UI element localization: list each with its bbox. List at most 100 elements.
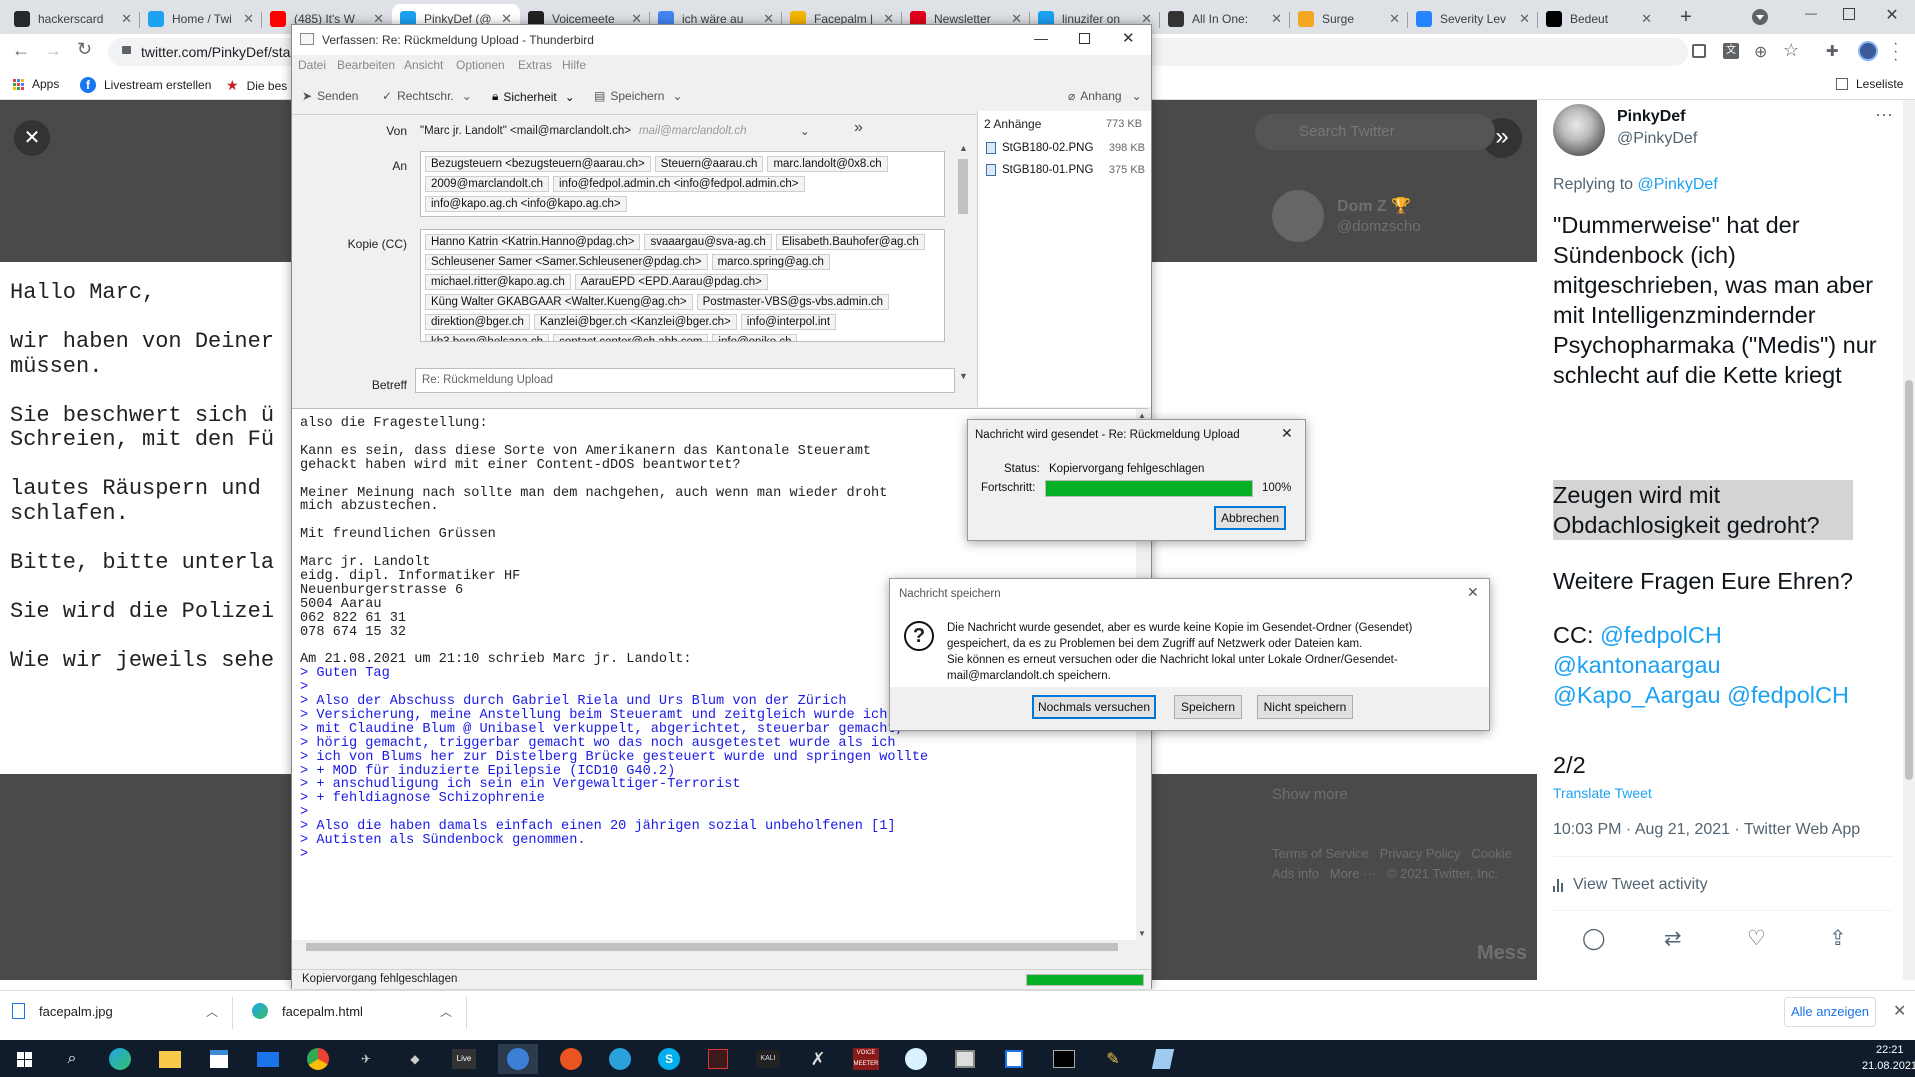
reload-icon[interactable]: ↻	[77, 39, 92, 60]
sending-dialog-close-button[interactable]: ✕	[1281, 425, 1293, 442]
menu-item-5[interactable]: Hilfe	[562, 58, 586, 72]
tab-12[interactable]: Bedeut ✕	[1538, 4, 1660, 34]
taskbar-xmind-icon[interactable]: ✗	[800, 1044, 836, 1074]
retweet-icon[interactable]: ⇄	[1664, 926, 1682, 951]
install-app-icon[interactable]	[1692, 44, 1706, 58]
taskbar-app2-icon[interactable]	[898, 1044, 934, 1074]
reading-list-button[interactable]: Leseliste	[1836, 77, 1903, 91]
address-pill[interactable]: kb3.bern@helsana.ch	[425, 334, 550, 341]
tab-10[interactable]: Surge ✕	[1290, 4, 1408, 34]
to-field[interactable]: Bezugsteuern <bezugsteuern@aarau.ch> Steu…	[420, 151, 945, 217]
download-item-menu-icon[interactable]: ︿	[206, 1003, 218, 1020]
search-icon[interactable]: ⌕	[54, 1044, 90, 1074]
clock-date[interactable]: 21.08.2021	[1862, 1060, 1915, 1072]
more-options-icon[interactable]: ···	[1875, 104, 1893, 125]
bookmark-livestream[interactable]: f Livestream erstellen	[80, 77, 211, 93]
page-scrollbar[interactable]	[1903, 100, 1915, 980]
taskbar-app-icon[interactable]: ✈	[348, 1044, 384, 1074]
taskbar-edge-icon[interactable]	[102, 1044, 138, 1074]
taskbar-voicemeeter-icon[interactable]: VOICE MEETER	[848, 1044, 884, 1074]
address-pill[interactable]: Schleusener Samer <Samer.Schleusener@pda…	[425, 254, 708, 270]
translate-icon[interactable]: 文	[1723, 43, 1739, 59]
taskbar-app3-icon[interactable]	[947, 1044, 983, 1074]
show-all-downloads-button[interactable]: Alle anzeigen	[1784, 997, 1876, 1027]
close-tab-icon[interactable]: ✕	[1389, 11, 1400, 27]
tb-close-button[interactable]: ✕	[1122, 29, 1135, 47]
view-activity-link[interactable]: View Tweet activity	[1553, 876, 1708, 894]
menu-item-1[interactable]: Bearbeiten	[337, 58, 395, 72]
minimize-window-button[interactable]: —	[1798, 6, 1824, 26]
taskbar-store-icon[interactable]	[201, 1044, 237, 1074]
address-pill[interactable]: contact.center@ch.abb.com	[553, 334, 709, 341]
address-pill[interactable]: info@kapo.ag.ch <info@kapo.ag.ch>	[425, 196, 627, 212]
clock-time[interactable]: 22:21	[1876, 1044, 1904, 1056]
back-icon[interactable]: ←	[12, 40, 30, 61]
extensions-icon[interactable]: ✚	[1826, 42, 1839, 60]
menu-item-3[interactable]: Optionen	[456, 58, 505, 72]
cancel-sending-button[interactable]: Abbrechen	[1214, 506, 1286, 530]
save-dialog-close-button[interactable]: ✕	[1467, 584, 1479, 601]
address-pill[interactable]: info@fedpol.admin.ch <info@fedpol.admin.…	[553, 176, 805, 192]
bookmark-star-icon[interactable]: ☆	[1783, 40, 1799, 61]
download-item-menu-icon[interactable]: ︿	[440, 1003, 452, 1020]
new-tab-button[interactable]: +	[1673, 6, 1699, 30]
menu-item-2[interactable]: Ansicht	[404, 58, 443, 72]
retry-button[interactable]: Nochmals versuchen	[1032, 695, 1156, 719]
download-item-facepalm-jpg[interactable]: facepalm.jpg	[12, 1003, 113, 1019]
address-pill[interactable]: michael.ritter@kapo.ag.ch	[425, 274, 571, 290]
restore-window-button[interactable]	[1843, 8, 1855, 20]
attach-button[interactable]: ⌀ Anhang ⌄	[1068, 89, 1142, 103]
address-pill[interactable]: direktion@bger.ch	[425, 314, 530, 330]
taskbar-notepad-icon[interactable]: ✎	[1095, 1044, 1131, 1074]
save-button[interactable]: Speichern	[1174, 695, 1242, 719]
address-pill[interactable]: Postmaster-VBS@gs-vbs.admin.ch	[696, 294, 890, 310]
taskbar-app5-icon[interactable]	[1145, 1044, 1181, 1074]
header-scrollbar[interactable]: ▲ ▼	[956, 143, 970, 381]
taskbar-cmd-icon[interactable]	[1046, 1044, 1082, 1074]
spellcheck-button[interactable]: ✓ Rechtschr. ⌄	[382, 89, 472, 103]
address-pill[interactable]: Hanno Katrin <Katrin.Hanno@pdag.ch>	[425, 234, 641, 250]
taskbar-inkscape-icon[interactable]: ◆	[397, 1044, 433, 1074]
taskbar-thunderbird-icon[interactable]	[498, 1044, 538, 1074]
replying-to-link[interactable]: @PinkyDef	[1638, 176, 1718, 193]
expand-headers-icon[interactable]: »	[854, 119, 863, 137]
tb-maximize-button[interactable]	[1079, 33, 1090, 44]
from-select[interactable]: "Marc jr. Landolt" <mail@marclandolt.ch>…	[420, 120, 820, 142]
like-icon[interactable]: ♡	[1747, 926, 1766, 951]
zoom-icon[interactable]: ⊕	[1754, 42, 1767, 62]
tab-1[interactable]: Home / Twi ✕	[140, 4, 262, 34]
close-tab-icon[interactable]: ✕	[243, 11, 254, 27]
taskbar-explorer-icon[interactable]	[152, 1044, 188, 1074]
start-button[interactable]	[6, 1044, 42, 1074]
taskbar-skype-icon[interactable]: S	[651, 1044, 687, 1074]
address-pill[interactable]: Elisabeth.Bauhofer@ag.ch	[775, 234, 925, 250]
address-pill[interactable]: marc.landolt@0x8.ch	[767, 156, 888, 172]
dont-save-button[interactable]: Nicht speichern	[1257, 695, 1353, 719]
address-pill[interactable]: info@interpol.int	[740, 314, 837, 330]
address-pill[interactable]: AarauEPD <EPD.Aarau@pdag.ch>	[574, 274, 768, 290]
address-pill[interactable]: Kanzlei@bger.ch <Kanzlei@bger.ch>	[533, 314, 737, 330]
share-icon[interactable]: ⇪	[1829, 926, 1847, 951]
send-button[interactable]: ➤ Senden	[302, 89, 358, 103]
browser-menu-icon[interactable]: · · ·	[1893, 36, 1898, 68]
author-name[interactable]: PinkyDef	[1617, 108, 1685, 126]
subject-input[interactable]: Re: Rückmeldung Upload	[415, 368, 955, 393]
taskbar-ubuntu-icon[interactable]	[553, 1044, 589, 1074]
taskbar-mail-icon[interactable]	[250, 1044, 286, 1074]
menu-item-0[interactable]: Datei	[298, 58, 326, 72]
taskbar-chrome-icon[interactable]	[300, 1044, 336, 1074]
bookmark-die-bes[interactable]: ★ Die bes	[226, 77, 287, 94]
close-tab-icon[interactable]: ✕	[121, 11, 132, 27]
close-tab-icon[interactable]: ✕	[1641, 11, 1652, 27]
address-pill[interactable]: 2009@marclandolt.ch	[425, 176, 550, 192]
cc-field[interactable]: Hanno Katrin <Katrin.Hanno@pdag.ch> svaaa…	[420, 229, 945, 342]
save-button[interactable]: ▤ Speichern ⌄	[594, 89, 682, 103]
translate-tweet-link[interactable]: Translate Tweet	[1553, 785, 1652, 801]
security-button[interactable]: 🔒︎ Sicherheit ⌄	[492, 89, 575, 104]
close-tab-icon[interactable]: ✕	[1271, 11, 1282, 27]
attachment-item[interactable]: StGB180-02.PNG 398 KB	[984, 137, 1149, 159]
mention-kapo-fedpol[interactable]: @Kapo_Aargau @fedpolCH	[1553, 682, 1849, 708]
mention-fedpol[interactable]: @fedpolCH	[1600, 622, 1722, 648]
download-item-facepalm-html[interactable]: facepalm.html	[252, 1003, 363, 1019]
mention-kantonaargau[interactable]: @kantonaargau	[1553, 652, 1721, 678]
